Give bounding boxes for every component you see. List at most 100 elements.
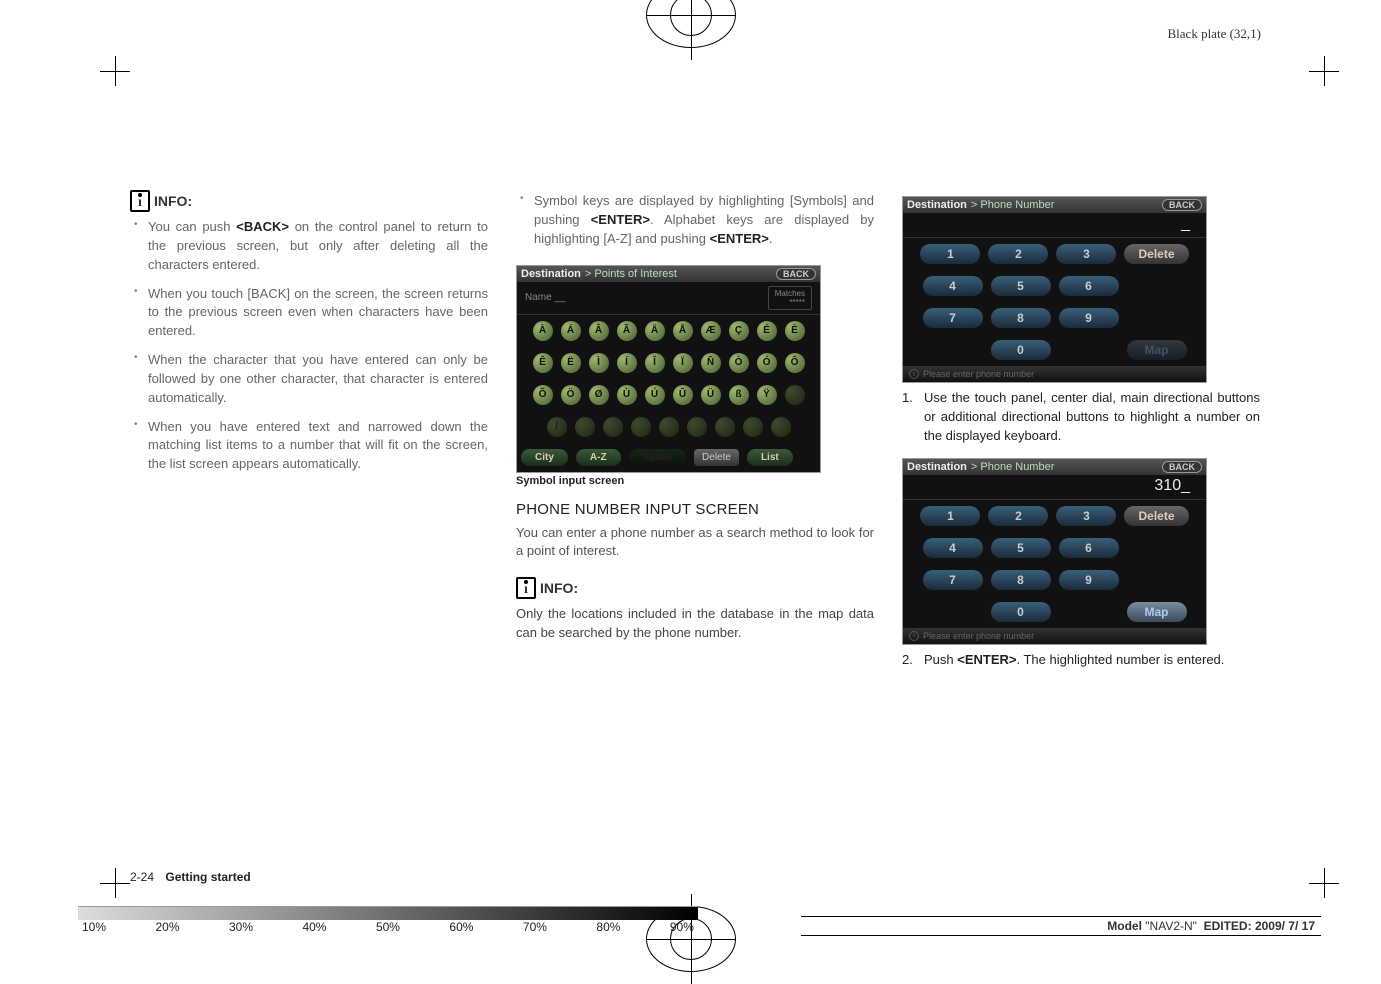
back-button[interactable]: BACK xyxy=(1162,461,1202,473)
ss-title: Destination xyxy=(907,199,967,211)
8-key[interactable]: 8 xyxy=(991,308,1051,328)
back-button[interactable]: BACK xyxy=(776,268,816,280)
glyph-key[interactable]: Ë xyxy=(561,353,581,373)
tick-label: 90% xyxy=(670,920,694,934)
gradient-bar: 10%20%30%40%50%60%70%80%90% xyxy=(78,906,698,940)
footer-hint: i Please enter phone number xyxy=(903,628,1206,644)
glyph-key[interactable]: Ü xyxy=(701,385,721,405)
glyph-key[interactable]: Ì xyxy=(589,353,609,373)
glyph-key[interactable]: É xyxy=(757,321,777,341)
list-item: Symbol keys are displayed by highlightin… xyxy=(516,192,874,249)
info-label: INFO: xyxy=(540,580,578,596)
name-label: Name xyxy=(525,292,552,303)
space-button: Space xyxy=(629,449,686,466)
glyph-key[interactable]: Å xyxy=(673,321,693,341)
9-key[interactable]: 9 xyxy=(1059,570,1119,590)
glyph-key[interactable]: Ó xyxy=(757,353,777,373)
6-key[interactable]: 6 xyxy=(1059,538,1119,558)
ss-subtitle: > Phone Number xyxy=(971,199,1054,211)
glyph-key[interactable]: Ö xyxy=(561,385,581,405)
glyph-key xyxy=(659,417,679,437)
glyph-key[interactable]: Ñ xyxy=(701,353,721,373)
2-key[interactable]: 2 xyxy=(988,244,1048,264)
5-key[interactable]: 5 xyxy=(991,538,1051,558)
6-key[interactable]: 6 xyxy=(1059,276,1119,296)
glyph-key[interactable]: Ä xyxy=(645,321,665,341)
tick-label: 60% xyxy=(449,920,473,934)
glyph-key xyxy=(743,417,763,437)
ss-title: Destination xyxy=(521,268,581,280)
4-key[interactable]: 4 xyxy=(923,538,983,558)
1-key[interactable]: 1 xyxy=(920,506,980,526)
7-key[interactable]: 7 xyxy=(923,308,983,328)
map-key: Map xyxy=(1127,340,1187,360)
ss-title: Destination xyxy=(907,461,967,473)
9-key[interactable]: 9 xyxy=(1059,308,1119,328)
glyph-key[interactable]: Ò xyxy=(729,353,749,373)
5-key[interactable]: 5 xyxy=(991,276,1051,296)
input-value: _ xyxy=(903,213,1206,238)
8-key[interactable]: 8 xyxy=(991,570,1051,590)
glyph-key[interactable]: Ê xyxy=(533,353,553,373)
3-key[interactable]: 3 xyxy=(1056,506,1116,526)
city-button[interactable]: City xyxy=(521,449,568,466)
az-button[interactable]: A-Z xyxy=(576,449,621,466)
3-key[interactable]: 3 xyxy=(1056,244,1116,264)
glyph-key: / xyxy=(547,417,567,437)
glyph-key[interactable]: Æ xyxy=(701,321,721,341)
glyph-key[interactable]: Ï xyxy=(673,353,693,373)
delete-key[interactable]: Delete xyxy=(1124,244,1188,264)
tick-label: 50% xyxy=(376,920,400,934)
glyph-key[interactable]: ß xyxy=(729,385,749,405)
symbol-screenshot: Destination > Points of Interest BACK Na… xyxy=(516,265,821,473)
matches: Matches ***** xyxy=(768,286,812,310)
list-item: When the character that you have entered… xyxy=(130,351,488,408)
1-key[interactable]: 1 xyxy=(920,244,980,264)
glyph-key[interactable]: Â xyxy=(589,321,609,341)
glyph-key xyxy=(603,417,623,437)
glyph-key[interactable]: Ã xyxy=(617,321,637,341)
paragraph: You can enter a phone number as a search… xyxy=(516,524,874,562)
back-button[interactable]: BACK xyxy=(1162,199,1202,211)
name-value: __ xyxy=(554,292,565,303)
crop-mark xyxy=(100,56,130,86)
glyph-key[interactable]: Á xyxy=(561,321,581,341)
glyph-key[interactable]: Î xyxy=(645,353,665,373)
list-button[interactable]: List xyxy=(747,449,793,466)
glyph-key[interactable]: Ç xyxy=(729,321,749,341)
tick-label: 20% xyxy=(155,920,179,934)
list-item: When you touch [BACK] on the screen, the… xyxy=(130,285,488,342)
step-2: 2.Push <ENTER>. The highlighted number i… xyxy=(902,651,1260,670)
glyph-key[interactable]: Ù xyxy=(617,385,637,405)
column-1: ı INFO: You can push <BACK> on the contr… xyxy=(130,190,488,675)
glyph-key[interactable]: Ÿ xyxy=(757,385,777,405)
tick-label: 40% xyxy=(302,920,326,934)
glyph-key[interactable]: Ú xyxy=(645,385,665,405)
0-key[interactable]: 0 xyxy=(991,602,1051,622)
caption: Symbol input screen xyxy=(516,475,874,487)
glyph-key[interactable]: Í xyxy=(617,353,637,373)
crop-mark xyxy=(1309,868,1339,898)
glyph-key[interactable]: À xyxy=(533,321,553,341)
phone-screenshot-2: Destination > Phone Number BACK 310_ 123… xyxy=(902,458,1207,645)
2-key[interactable]: 2 xyxy=(988,506,1048,526)
4-key[interactable]: 4 xyxy=(923,276,983,296)
list-item: You can push <BACK> on the control panel… xyxy=(130,218,488,275)
list-item: When you have entered text and narrowed … xyxy=(130,418,488,475)
map-key[interactable]: Map xyxy=(1127,602,1187,622)
glyph-key[interactable]: Û xyxy=(673,385,693,405)
delete-button[interactable]: Delete xyxy=(694,449,739,466)
ss-subtitle: > Points of Interest xyxy=(585,268,677,280)
glyph-key xyxy=(785,385,805,405)
0-key[interactable]: 0 xyxy=(991,340,1051,360)
plate-label: Black plate (32,1) xyxy=(1168,26,1262,42)
glyph-key[interactable]: Ø xyxy=(589,385,609,405)
info-icon: ı xyxy=(130,190,150,212)
subhead: PHONE NUMBER INPUT SCREEN xyxy=(516,501,874,518)
glyph-key[interactable]: Ô xyxy=(785,353,805,373)
glyph-key[interactable]: È xyxy=(785,321,805,341)
7-key[interactable]: 7 xyxy=(923,570,983,590)
glyph-key[interactable]: Õ xyxy=(533,385,553,405)
glyph-key xyxy=(687,417,707,437)
delete-key[interactable]: Delete xyxy=(1124,506,1188,526)
